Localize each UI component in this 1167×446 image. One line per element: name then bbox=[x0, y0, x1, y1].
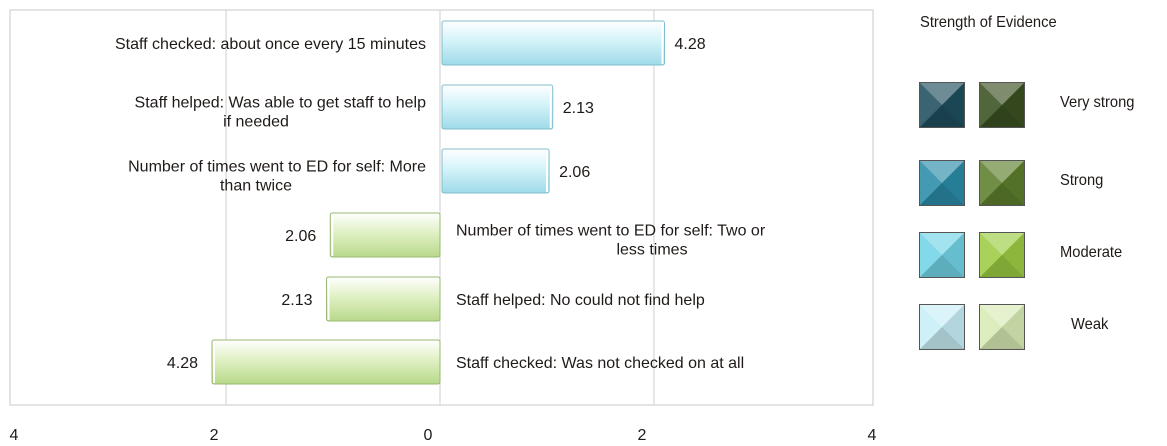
legend: Strength of Evidence Very strong Strong Mo… bbox=[918, 0, 1167, 446]
legend-item: Moderate bbox=[918, 232, 1167, 282]
legend-label: Very strong bbox=[1060, 94, 1135, 111]
legend-swatch-blue bbox=[919, 304, 965, 350]
data-label: 2.06 bbox=[285, 228, 316, 245]
x-axis: 4 2 0 2 4 bbox=[10, 427, 877, 444]
category-label: if needed bbox=[223, 114, 289, 131]
bar bbox=[441, 148, 550, 194]
bar-group: 2.06 Number of times went to ED for self:… bbox=[128, 148, 590, 195]
legend-swatch-green bbox=[979, 304, 1025, 350]
bar bbox=[329, 212, 441, 258]
data-label: 2.06 bbox=[559, 164, 590, 181]
category-label: Staff helped: Was able to get staff to h… bbox=[135, 95, 427, 112]
legend-swatch-green bbox=[979, 160, 1025, 206]
legend-item: Very strong bbox=[918, 82, 1167, 132]
category-label: Staff checked: Was not checked on at all bbox=[456, 355, 744, 372]
legend-swatch-blue bbox=[919, 82, 965, 128]
bar bbox=[211, 339, 441, 385]
category-label: Number of times went to ED for self: Two… bbox=[456, 223, 766, 240]
legend-label: Strong bbox=[1060, 172, 1104, 189]
bar-group: 4.28 Staff checked: Was not checked on at… bbox=[167, 339, 744, 385]
legend-label: Moderate bbox=[1060, 244, 1123, 261]
legend-title: Strength of Evidence bbox=[920, 14, 1057, 31]
x-tick-label: 2 bbox=[210, 427, 219, 444]
category-label: Number of times went to ED for self: Mor… bbox=[128, 159, 426, 176]
x-tick-label: 2 bbox=[637, 427, 646, 444]
bar-group: 2.13 Staff helped: No could not find help bbox=[281, 276, 705, 322]
bar-group: 2.13 Staff helped: Was able to get staff … bbox=[135, 84, 594, 131]
x-tick-label: 4 bbox=[10, 427, 19, 444]
plot-area bbox=[9, 9, 874, 406]
data-label: 2.13 bbox=[281, 292, 312, 309]
legend-swatch-green bbox=[979, 232, 1025, 278]
bar bbox=[326, 276, 441, 322]
legend-swatch-blue bbox=[919, 160, 965, 206]
legend-label: Weak bbox=[1071, 316, 1109, 333]
category-label: less times bbox=[616, 242, 687, 259]
bar-group: 4.28 Staff checked: about once every 15 m… bbox=[115, 20, 706, 66]
bar-group: 2.06 Number of times went to ED for self:… bbox=[285, 212, 766, 259]
bar-chart: 4.28 Staff checked: about once every 15 m… bbox=[9, 9, 877, 444]
legend-swatch-green bbox=[979, 82, 1025, 128]
bar bbox=[441, 84, 554, 130]
data-label: 2.13 bbox=[563, 100, 594, 117]
legend-swatch-blue bbox=[919, 232, 965, 278]
category-label: Staff helped: No could not find help bbox=[456, 292, 705, 309]
bar bbox=[441, 20, 665, 66]
plot-border bbox=[9, 9, 874, 406]
x-tick-label: 0 bbox=[424, 427, 433, 444]
data-label: 4.28 bbox=[167, 355, 198, 372]
data-label: 4.28 bbox=[674, 36, 705, 53]
legend-item: Weak bbox=[918, 304, 1167, 354]
category-label: Staff checked: about once every 15 minut… bbox=[115, 36, 426, 53]
category-label: than twice bbox=[220, 178, 292, 195]
x-tick-label: 4 bbox=[868, 427, 877, 444]
legend-item: Strong bbox=[918, 160, 1167, 210]
